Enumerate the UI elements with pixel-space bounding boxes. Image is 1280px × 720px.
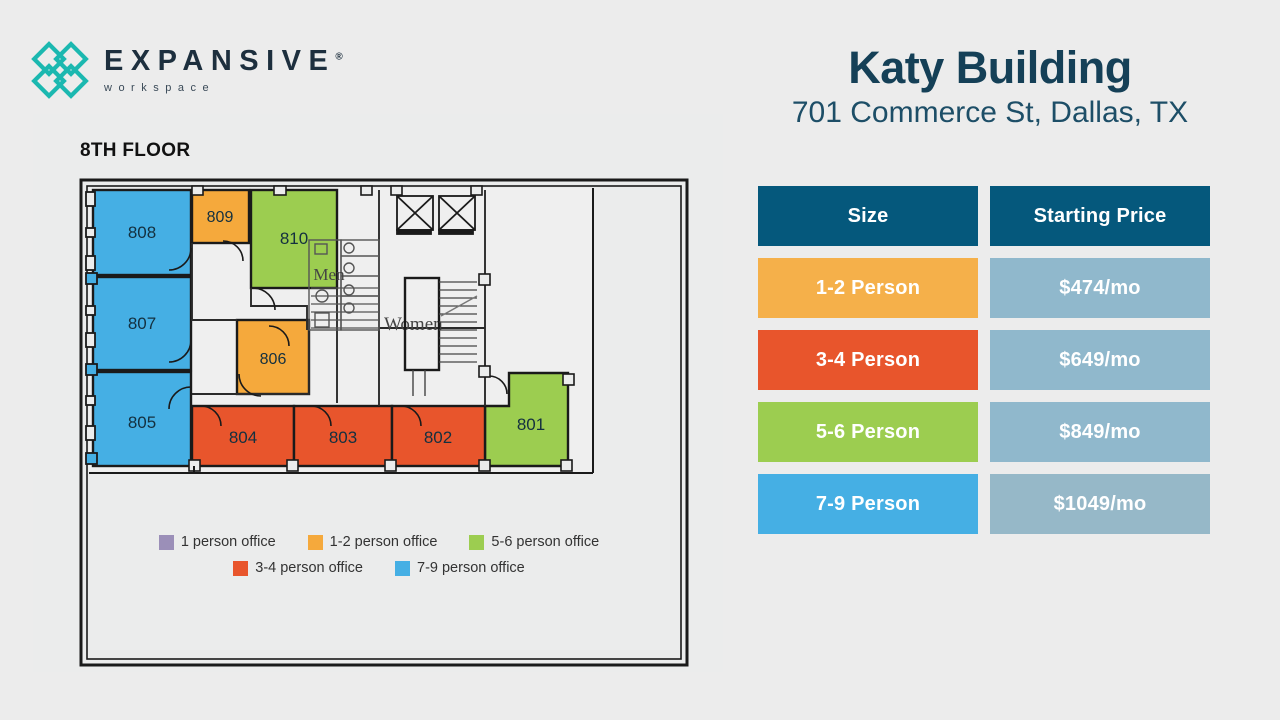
room-802[interactable]: 802: [390, 404, 487, 468]
column-header-price: Starting Price: [990, 186, 1210, 246]
legend-row-2: 3-4 person office 7-9 person office: [79, 560, 679, 576]
building-header: Katy Building 701 Commerce St, Dallas, T…: [730, 42, 1250, 131]
floorplan-legend: 1 person office 1-2 person office 5-6 pe…: [79, 534, 679, 586]
registered-mark: ®: [335, 50, 343, 62]
brand-logo: EXPANSIVE® workspace: [30, 40, 343, 100]
legend-swatch-green: [469, 534, 485, 550]
logo-wordmark: EXPANSIVE®: [104, 44, 343, 77]
legend-label: 5-6 person office: [491, 534, 600, 550]
price-cell-1-2-person: $474/mo: [990, 258, 1210, 318]
pricing-table: Size Starting Price 1-2 Person $474/mo 3…: [758, 186, 1210, 546]
room-label: 809: [207, 209, 234, 226]
price-cell-7-9-person: $1049/mo: [990, 474, 1210, 534]
legend-swatch-orange: [307, 534, 323, 550]
room-label: 802: [424, 428, 452, 447]
logo-tagline: workspace: [104, 81, 216, 94]
legend-item-7-9-person: 7-9 person office: [395, 560, 525, 576]
table-row: 7-9 Person $1049/mo: [758, 474, 1210, 534]
room-label: 805: [128, 413, 156, 432]
legend-item-1-person: 1 person office: [158, 534, 276, 550]
legend-label: 3-4 person office: [255, 560, 363, 576]
womens-restroom-label: Women: [384, 314, 443, 335]
room-809[interactable]: 809: [190, 188, 251, 245]
floor-label: 8TH FLOOR: [80, 140, 191, 161]
building-address: 701 Commerce St, Dallas, TX: [791, 96, 1189, 130]
mens-restroom-label: Men: [313, 265, 345, 284]
room-label: 807: [128, 314, 156, 333]
legend-item-5-6-person: 5-6 person office: [469, 534, 599, 550]
floorplan-panel: 8TH FLOOR 808 807 805 809 806 810 801 80…: [33, 114, 723, 672]
room-label: 808: [128, 223, 156, 242]
size-cell-5-6-person: 5-6 Person: [758, 402, 978, 462]
table-row: 1-2 Person $474/mo: [758, 258, 1210, 318]
legend-row-1: 1 person office 1-2 person office 5-6 pe…: [79, 534, 679, 550]
size-cell-7-9-person: 7-9 Person: [758, 474, 978, 534]
room-806[interactable]: 806: [235, 318, 311, 396]
expansive-lattice-icon: [30, 40, 90, 100]
legend-item-3-4-person: 3-4 person office: [233, 560, 363, 576]
room-807[interactable]: 807: [91, 275, 193, 372]
room-label: 804: [229, 428, 257, 447]
table-header-row: Size Starting Price: [758, 186, 1210, 246]
size-cell-1-2-person: 1-2 Person: [758, 258, 978, 318]
legend-swatch-purple: [158, 534, 174, 550]
legend-swatch-red: [233, 560, 249, 576]
legend-swatch-blue: [395, 560, 410, 576]
column-header-size: Size: [758, 186, 978, 246]
price-cell-3-4-person: $649/mo: [990, 330, 1210, 390]
room-808[interactable]: 808: [91, 188, 193, 277]
room-label: 803: [329, 428, 357, 447]
price-cell-5-6-person: $849/mo: [990, 402, 1210, 462]
legend-label: 1-2 person office: [329, 534, 438, 550]
legend-item-1-2-person: 1-2 person office: [307, 534, 438, 550]
table-row: 5-6 Person $849/mo: [758, 402, 1210, 462]
room-805[interactable]: 805: [91, 370, 193, 468]
page-title: Katy Building: [848, 42, 1132, 93]
room-804[interactable]: 804: [190, 404, 296, 468]
floorplan-drawing: 808 807 805 809 806 810 801 804 803 802 …: [79, 178, 689, 667]
legend-label: 1 person office: [180, 534, 276, 550]
table-row: 3-4 Person $649/mo: [758, 330, 1210, 390]
room-label: 801: [517, 415, 545, 434]
room-803[interactable]: 803: [292, 404, 394, 468]
room-label: 806: [260, 351, 287, 368]
room-label: 810: [280, 229, 308, 248]
size-cell-3-4-person: 3-4 Person: [758, 330, 978, 390]
legend-label: 7-9 person office: [417, 560, 525, 576]
